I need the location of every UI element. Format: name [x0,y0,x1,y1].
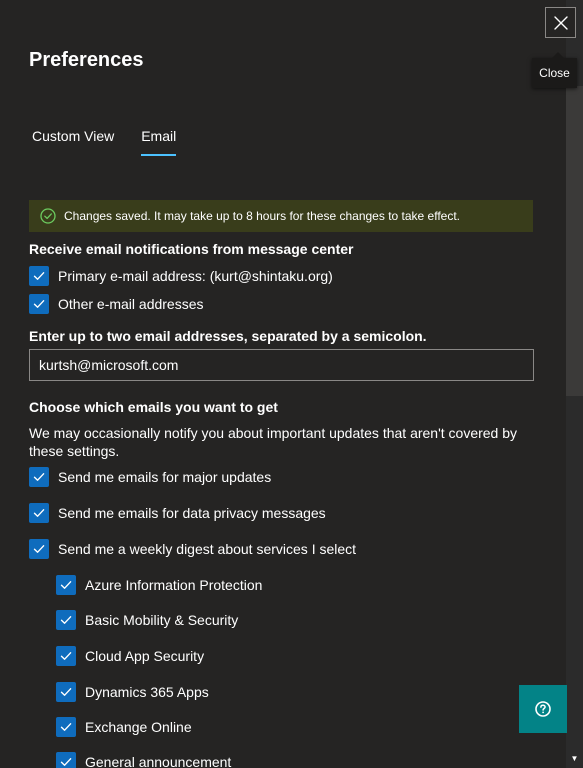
scroll-down-arrow-icon[interactable]: ▼ [566,748,583,768]
data-privacy-checkbox-row[interactable]: Send me emails for data privacy messages [29,503,326,523]
banner-text: Changes saved. It may take up to 8 hours… [64,209,461,223]
preferences-panel: Preferences Custom View Email Changes sa… [0,0,566,768]
checkmark-icon [33,509,45,517]
service-checkbox-row[interactable]: Basic Mobility & Security [56,610,238,630]
service-label-azure-information-protection: Azure Information Protection [85,577,263,593]
checkmark-icon [60,723,72,731]
service-checkbox[interactable] [56,752,76,768]
checkmark-icon [33,300,45,308]
scrollbar-thumb[interactable] [566,86,583,396]
service-checkbox-row[interactable]: Dynamics 365 Apps [56,682,209,702]
checkmark-circle-icon [40,208,56,224]
close-button[interactable] [545,7,576,38]
choose-emails-heading: Choose which emails you want to get [29,399,278,415]
service-checkbox[interactable] [56,682,76,702]
service-label-basic-mobility-security: Basic Mobility & Security [85,612,239,628]
service-label-exchange-online: Exchange Online [85,719,192,735]
success-banner: Changes saved. It may take up to 8 hours… [29,200,533,232]
tab-list: Custom View Email [32,128,177,156]
major-updates-checkbox-row[interactable]: Send me emails for major updates [29,467,271,487]
primary-email-label: Primary e-mail address: (kurt@shintaku.o… [58,268,333,284]
choose-emails-description: We may occasionally notify you about imp… [29,425,518,459]
checkmark-icon [60,688,72,696]
service-label-dynamics-365-apps: Dynamics 365 Apps [85,684,209,700]
question-icon [535,701,551,717]
email-entry-label: Enter up to two email addresses, separat… [29,328,427,344]
other-email-label: Other e-mail addresses [58,296,204,312]
email-addresses-input[interactable]: kurtsh@microsoft.com [29,349,534,381]
major-updates-checkbox[interactable] [29,467,49,487]
service-checkbox[interactable] [56,646,76,666]
checkmark-icon [60,652,72,660]
notifications-heading: Receive email notifications from message… [29,241,354,257]
checkmark-icon [33,473,45,481]
major-updates-label: Send me emails for major updates [58,469,272,485]
service-checkbox-row[interactable]: Cloud App Security [56,646,204,666]
service-checkbox-row[interactable]: General announcement [56,752,231,768]
checkmark-icon [60,581,72,589]
close-tooltip: Close [532,52,577,88]
checkmark-icon [33,272,45,280]
primary-email-checkbox-row[interactable]: Primary e-mail address: (kurt@shintaku.o… [29,266,333,286]
checkmark-icon [60,758,72,766]
other-email-checkbox[interactable] [29,294,49,314]
other-email-checkbox-row[interactable]: Other e-mail addresses [29,294,204,314]
panel-title: Preferences [29,49,144,71]
data-privacy-label: Send me emails for data privacy messages [58,505,326,521]
service-checkbox[interactable] [56,610,76,630]
service-label-general-announcement: General announcement [85,754,232,768]
checkmark-icon [60,616,72,624]
primary-email-checkbox[interactable] [29,266,49,286]
service-checkbox-row[interactable]: Azure Information Protection [56,575,262,595]
close-icon [553,15,568,30]
tab-email[interactable]: Email [141,128,177,156]
service-checkbox-row[interactable]: Exchange Online [56,717,192,737]
tab-custom-view[interactable]: Custom View [32,128,114,155]
data-privacy-checkbox[interactable] [29,503,49,523]
service-checkbox[interactable] [56,717,76,737]
weekly-digest-checkbox[interactable] [29,539,49,559]
service-checkbox[interactable] [56,575,76,595]
weekly-digest-checkbox-row[interactable]: Send me a weekly digest about services I… [29,539,356,559]
weekly-digest-label: Send me a weekly digest about services I… [58,541,357,557]
service-label-cloud-app-security: Cloud App Security [85,648,205,664]
help-button[interactable] [519,685,567,733]
checkmark-icon [33,545,45,553]
